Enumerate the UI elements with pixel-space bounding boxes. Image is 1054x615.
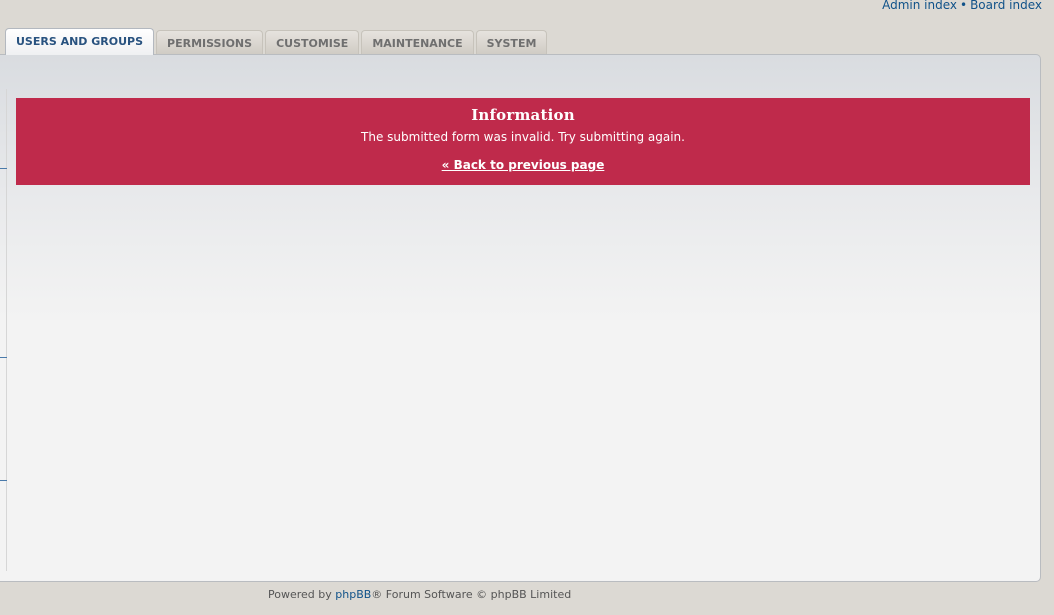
sidebar-divider (0, 168, 7, 169)
tab-permissions[interactable]: PERMISSIONS (156, 30, 264, 55)
tab-customise[interactable]: CUSTOMISE (265, 30, 360, 55)
footer-suffix: ® Forum Software © phpBB Limited (371, 588, 572, 601)
main-panel: Information The submitted form was inval… (0, 54, 1041, 582)
message-title: Information (471, 106, 575, 124)
message-text: The submitted form was invalid. Try subm… (361, 130, 685, 144)
footer-prefix: Powered by (268, 588, 336, 601)
phpbb-link[interactable]: phpBB (335, 588, 371, 601)
admin-tabs: USERS AND GROUPS PERMISSIONS CUSTOMISE M… (5, 28, 549, 55)
tab-system[interactable]: SYSTEM (475, 30, 548, 55)
tab-maintenance[interactable]: MAINTENANCE (361, 30, 474, 55)
sidebar-divider (0, 480, 7, 481)
top-navigation-links: Admin index • Board index (882, 0, 1042, 12)
information-message-box: Information The submitted form was inval… (16, 98, 1030, 185)
footer: Powered by phpBB® Forum Software © phpBB… (268, 588, 571, 601)
back-to-previous-page-link[interactable]: « Back to previous page (442, 158, 605, 172)
admin-index-link[interactable]: Admin index (882, 0, 957, 12)
tab-users-and-groups[interactable]: USERS AND GROUPS (5, 28, 155, 55)
link-separator: • (960, 0, 968, 12)
sidebar-edge (6, 89, 7, 571)
board-index-link[interactable]: Board index (970, 0, 1042, 12)
sidebar-divider (0, 357, 7, 358)
